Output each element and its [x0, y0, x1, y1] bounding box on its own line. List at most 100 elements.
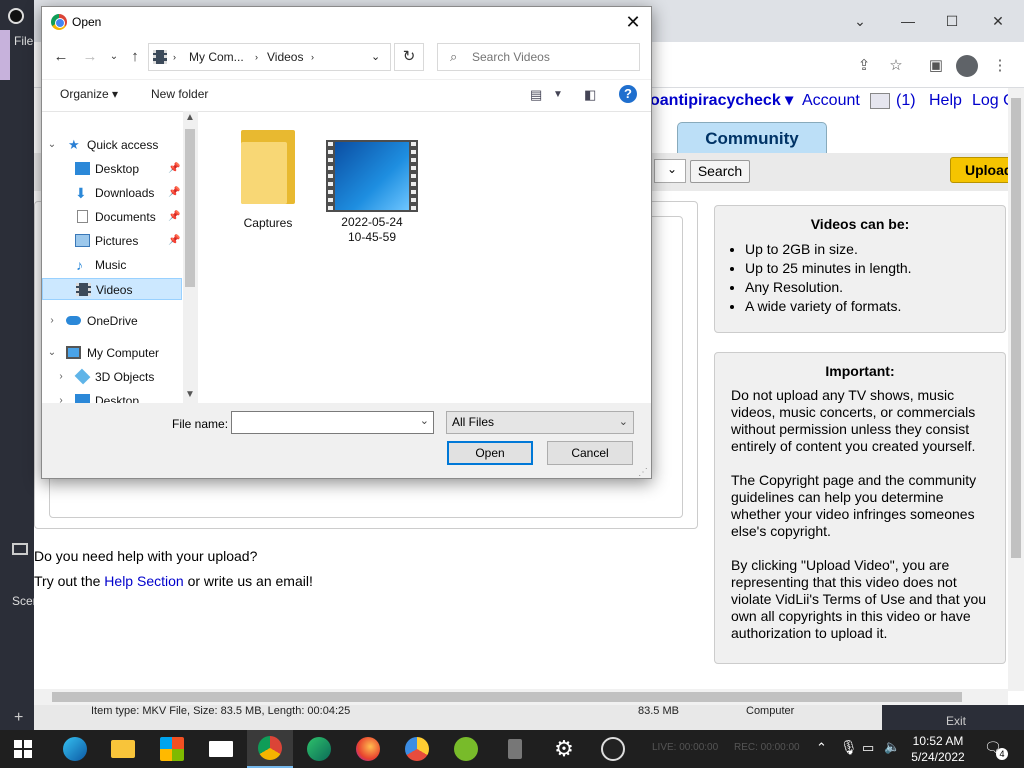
close-icon[interactable]: ✕ [986, 10, 1010, 32]
inbox-icon[interactable] [870, 93, 890, 109]
site-search-button[interactable]: Search [690, 160, 750, 183]
scroll-up-icon[interactable]: ▲ [183, 112, 197, 123]
taskbar-calculator[interactable] [492, 730, 538, 768]
file-name-input[interactable]: ⌄ [231, 411, 434, 434]
volume-icon[interactable]: 🔈 [884, 739, 900, 768]
nav-desktop[interactable]: Desktop 📌 [42, 158, 182, 180]
microphone-icon[interactable]: 🎙 [840, 739, 858, 768]
help-section-link[interactable]: Help Section [104, 573, 183, 589]
file-type-select[interactable]: All Files ⌄ [446, 411, 634, 434]
view-options-icon[interactable]: ▼ [553, 89, 563, 100]
obs-file-menu[interactable]: File [14, 34, 33, 48]
back-arrow-icon[interactable]: ← [51, 47, 71, 67]
taskbar-chrome[interactable] [247, 730, 293, 768]
breadcrumb-videos[interactable]: Videos [267, 50, 303, 64]
page-scrollbar-vertical[interactable] [1008, 88, 1024, 691]
expanded-chevron-icon[interactable]: ⌄ [46, 342, 58, 364]
inbox-count[interactable]: (1) [896, 90, 916, 112]
search-category-select[interactable]: ⌄ [654, 159, 686, 183]
taskbar-edge[interactable] [52, 730, 98, 768]
refresh-icon[interactable]: ↻ [394, 43, 424, 71]
nav-music[interactable]: ♪ Music [42, 254, 182, 276]
taskbar-settings[interactable]: ⚙ [541, 730, 587, 768]
taskbar-obs[interactable] [590, 730, 636, 768]
help-link[interactable]: Help [929, 90, 962, 112]
nav-videos[interactable]: Videos [42, 278, 182, 300]
preview-pane-icon[interactable]: ◧ [584, 87, 596, 103]
scroll-down-icon[interactable]: ▼ [183, 389, 197, 400]
nav-downloads[interactable]: ⬇ Downloads 📌 [42, 182, 182, 204]
recent-locations-icon[interactable]: ⌄ [104, 47, 124, 67]
dialog-close-icon[interactable]: ✕ [618, 10, 648, 34]
expanded-chevron-icon[interactable]: ⌄ [46, 134, 58, 156]
bookmark-star-icon[interactable]: ☆ [884, 54, 908, 78]
organize-menu[interactable]: Organize ▾ [60, 87, 118, 101]
obs-exit-button[interactable]: Exit [946, 714, 966, 728]
nav-pictures[interactable]: Pictures 📌 [42, 230, 182, 252]
upload-button[interactable]: Upload [950, 157, 1010, 183]
start-button[interactable] [0, 730, 46, 768]
nav-documents[interactable]: Documents 📌 [42, 206, 182, 228]
scrollbar-thumb[interactable] [185, 129, 195, 287]
open-button[interactable]: Open [447, 441, 533, 465]
forward-arrow-icon[interactable]: → [80, 47, 100, 67]
collapsed-chevron-icon[interactable]: › [55, 366, 67, 388]
taskbar-edge-dev[interactable] [296, 730, 342, 768]
resize-grip-icon[interactable]: ⋰ [638, 467, 648, 478]
search-input[interactable] [472, 48, 632, 66]
logout-link[interactable]: Log Out [972, 90, 1008, 112]
nav-onedrive[interactable]: › OneDrive [42, 310, 182, 332]
taskbar-mail[interactable] [198, 730, 244, 768]
side-panel-icon[interactable]: ▣ [924, 54, 948, 78]
address-bar[interactable]: › My Com... › Videos › ⌄ [148, 43, 391, 71]
collapsed-chevron-icon[interactable]: › [46, 310, 58, 332]
obs-live-timer: LIVE: 00:00:00 [652, 742, 719, 753]
address-dropdown-icon[interactable]: ⌄ [371, 50, 380, 63]
file-item-captures[interactable]: Captures [220, 126, 316, 231]
breadcrumb-sep-icon: › [311, 52, 314, 62]
obs-logo-icon [8, 8, 24, 24]
taskbar-file-explorer[interactable] [100, 730, 146, 768]
taskbar-utorrent[interactable] [443, 730, 489, 768]
menu-kebab-icon[interactable]: ⋮ [988, 54, 1012, 78]
taskbar-store[interactable] [149, 730, 195, 768]
change-view-icon[interactable]: ▤ [530, 87, 542, 103]
breadcrumb-my-computer[interactable]: My Com... [189, 50, 244, 64]
help-answer-post: or write us an email! [183, 573, 313, 589]
tray-chevron-up-icon[interactable]: ⌃ [816, 740, 827, 768]
scrollbar-thumb[interactable] [1011, 98, 1021, 558]
chevron-down-icon[interactable]: ⌄ [420, 414, 429, 427]
status-item-details: Item type: MKV File, Size: 83.5 MB, Leng… [91, 705, 351, 717]
cancel-button[interactable]: Cancel [547, 441, 633, 465]
share-icon[interactable]: ⇪ [852, 54, 876, 78]
file-type-value: All Files [452, 415, 495, 429]
nav-quick-access[interactable]: ⌄ ★ Quick access [42, 134, 182, 156]
search-videos-box[interactable]: ⌕ [437, 43, 640, 71]
help-icon[interactable]: ? [619, 85, 637, 103]
maximize-icon[interactable]: ☐ [940, 10, 964, 32]
explorer-status-bar: Item type: MKV File, Size: 83.5 MB, Leng… [34, 705, 882, 730]
nav-my-computer[interactable]: ⌄ My Computer [42, 342, 182, 364]
account-link[interactable]: Account [802, 90, 860, 112]
profile-avatar[interactable] [956, 55, 978, 77]
help-answer-pre: Try out the [34, 573, 105, 589]
tab-community[interactable]: Community [677, 122, 827, 154]
minimize-icon[interactable]: — [896, 10, 920, 32]
page-scrollbar-horizontal[interactable] [34, 689, 1008, 705]
file-item-video[interactable]: 2022-05-24 10-45-59 [324, 126, 420, 245]
scrollbar-thumb[interactable] [52, 692, 962, 702]
taskbar-firefox[interactable] [345, 730, 391, 768]
nav-pane-scrollbar[interactable]: ▲ ▼ [183, 111, 197, 403]
chevron-down-icon[interactable]: ⌄ [848, 10, 872, 32]
taskbar-clock[interactable]: 10:52 AM 5/24/2022 [905, 733, 971, 765]
new-folder-button[interactable]: New folder [151, 87, 208, 101]
network-icon[interactable]: ▭ [862, 740, 874, 768]
taskbar-chromium-variant[interactable] [394, 730, 440, 768]
list-item: Up to 25 minutes in length. [745, 259, 1005, 278]
up-arrow-icon[interactable]: ↑ [125, 47, 145, 67]
nav-3d-objects[interactable]: › 3D Objects [42, 366, 182, 388]
username-dropdown[interactable]: oantipiracycheck ▾ [650, 90, 793, 112]
computer-icon [66, 346, 81, 359]
add-scene-icon[interactable]: + [14, 709, 23, 727]
browser-icon [405, 737, 429, 761]
